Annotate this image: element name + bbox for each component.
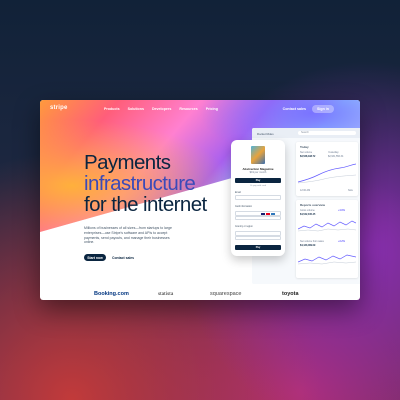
chart-time-start: 12:00 AM — [300, 189, 311, 192]
nav-link-products[interactable]: Products — [104, 107, 120, 111]
nav-link-solutions[interactable]: Solutions — [128, 107, 144, 111]
net-volume-value: $3,528,198.72 — [300, 154, 316, 158]
pay-divider-text: Or pay with card — [250, 185, 266, 187]
zip-field[interactable] — [235, 235, 281, 240]
browser-screenshot: stripe Products Solutions Developers Res… — [40, 100, 360, 300]
contact-sales-link[interactable]: Contact sales — [283, 107, 306, 111]
net-sales-change: +3.2% — [338, 240, 345, 243]
nav-links: Products Solutions Developers Resources … — [104, 107, 218, 111]
headline-line-1: Payments — [84, 151, 171, 174]
net-sales-chart — [298, 254, 356, 265]
visa-icon — [261, 212, 265, 215]
logo-booking: Booking.com — [94, 291, 129, 297]
sign-in-button[interactable]: Sign in — [312, 105, 334, 113]
nav-link-developers[interactable]: Developers — [152, 107, 171, 111]
chart-time-end: Now — [348, 189, 353, 192]
today-title: Today — [300, 145, 309, 149]
customer-logos: Booking.com statista squarespace toyota — [40, 288, 360, 300]
reports-card: Reports overview Gross volume +4.6% $4,5… — [296, 200, 358, 278]
pay-submit-button[interactable]: Pay — [235, 245, 281, 250]
card-info-label: Card information — [235, 206, 252, 208]
dashboard-topbar: Rocket Rides Search — [252, 128, 360, 138]
card-brand-icons — [261, 212, 275, 215]
product-image — [251, 146, 265, 164]
gross-volume-value: $4,542,345.45 — [300, 212, 316, 216]
nav-actions: Contact sales Sign in — [283, 105, 334, 113]
email-label: Email — [235, 192, 241, 194]
country-label: Country or region — [235, 226, 253, 228]
logo-squarespace: squarespace — [210, 291, 242, 297]
logo-toyota: toyota — [282, 291, 299, 297]
headline-line-2: infrastructure — [84, 172, 196, 195]
apple-pay-button[interactable]: Pay — [235, 178, 281, 183]
reports-title: Reports overview — [300, 203, 326, 207]
email-field[interactable] — [235, 195, 281, 200]
headline-line-3: for the internet — [84, 193, 207, 216]
mastercard-icon — [266, 212, 270, 215]
phone-checkout-preview: Abstraction Magazine $19 per month Pay O… — [231, 140, 285, 256]
contact-sales-button[interactable]: Contact sales — [112, 256, 134, 260]
today-line-chart — [298, 163, 356, 184]
top-navigation: stripe Products Solutions Developers Res… — [40, 100, 360, 120]
dashboard-search-input[interactable]: Search — [298, 131, 356, 135]
nav-link-pricing[interactable]: Pricing — [206, 107, 218, 111]
card-expiry-cvc-field[interactable] — [235, 215, 281, 220]
country-select[interactable] — [235, 231, 281, 236]
net-sales-value: $4,123,489.09 — [300, 243, 316, 247]
nav-link-resources[interactable]: Resources — [179, 107, 197, 111]
logo-statista: statista — [158, 291, 174, 297]
stripe-logo[interactable]: stripe — [50, 105, 68, 111]
hero-description: Millions of businesses of all sizes—from… — [84, 226, 172, 245]
dashboard-account-name: Rocket Rides — [257, 132, 274, 136]
amex-icon — [271, 212, 275, 215]
gross-volume-chart — [298, 220, 356, 232]
gross-volume-change: +4.6% — [338, 209, 345, 212]
product-price: $19 per month — [249, 171, 267, 174]
start-now-button[interactable]: Start now — [84, 254, 106, 261]
today-card: Today Net volume $3,528,198.72 Yesterday… — [296, 142, 358, 196]
hero-headline: Payments infrastructure for the internet — [84, 152, 207, 215]
yesterday-value: $2,931,556.34 — [328, 154, 344, 158]
